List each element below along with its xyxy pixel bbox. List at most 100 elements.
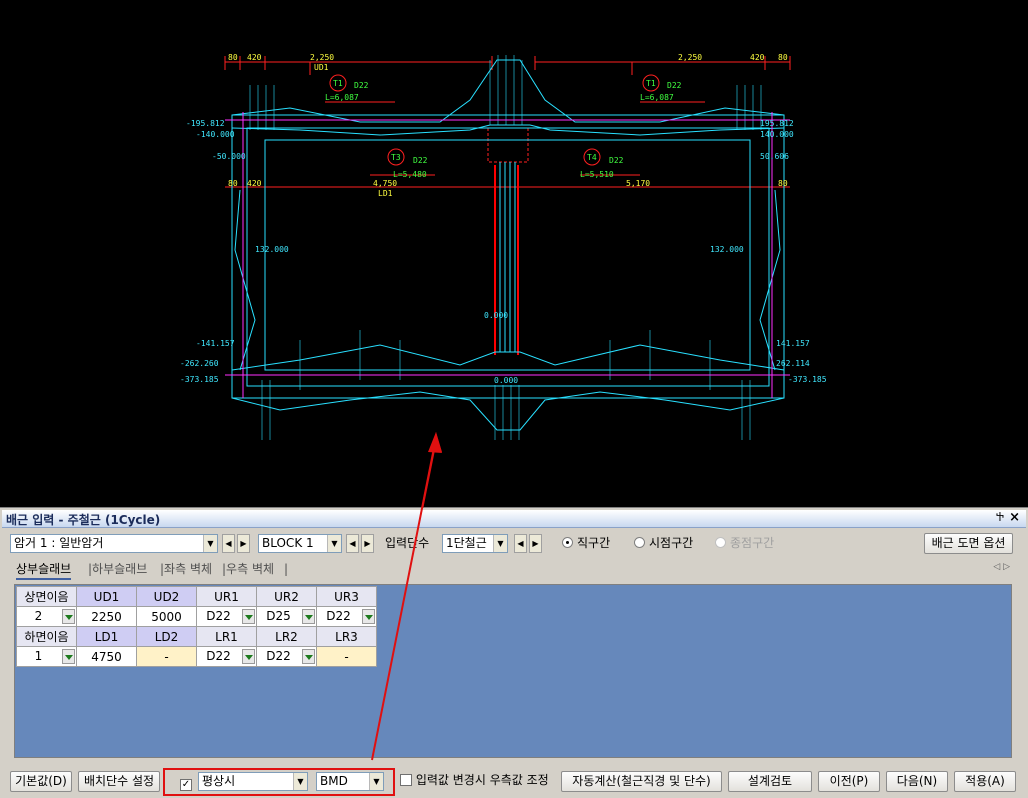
cad-val-r0: 195.812 [760, 119, 794, 128]
cad-val-l6: -373.185 [180, 375, 219, 384]
auto-calc-button[interactable]: 자동계산(철근직경 및 단수) [561, 771, 722, 792]
chevron-down-icon: ▼ [369, 773, 383, 790]
cad-dim-ld1-2: 5,170 [626, 179, 650, 188]
next-button[interactable]: 다음(N) [886, 771, 948, 792]
block-select[interactable]: BLOCK 1 ▼ [258, 534, 342, 553]
panel-titlebar: 배근 입력 - 주철근 (1Cycle) Ⴕ × [2, 510, 1026, 528]
grid-cell-ld1[interactable]: 4750 [76, 646, 137, 667]
grid-header-ud2: UD2 [136, 586, 197, 607]
cad-dim-80-r: 80 [778, 179, 788, 188]
input-level-label: 입력단수 [385, 536, 430, 550]
close-icon[interactable]: × [1009, 510, 1020, 525]
grid-header-lr3: LR3 [316, 626, 377, 647]
panel-title: 배근 입력 - 주철근 (1Cycle) [6, 513, 161, 527]
radio-dot [634, 537, 645, 548]
level-next-button[interactable]: ▶ [529, 534, 542, 553]
cad-val-l5: -262.260 [180, 359, 219, 368]
grid-cell-ur2[interactable]: D25 [256, 606, 317, 627]
tab-left-wall[interactable]: |좌측 벽체 [160, 560, 212, 578]
cad-val-l2: -50.000 [212, 152, 246, 161]
cad-dim-420-left: 420 [247, 53, 262, 62]
cad-dim-80-right: 80 [778, 53, 788, 62]
cad-d22-d: D22 [609, 156, 624, 165]
radio-straight-section[interactable]: 직구간 [562, 534, 610, 553]
grid-cell-ud1[interactable]: 2250 [76, 606, 137, 627]
block-prev-button[interactable]: ◀ [346, 534, 359, 553]
cad-mark-t1b: T1 [646, 79, 656, 88]
girder-next-button[interactable]: ▶ [237, 534, 250, 553]
cad-val-r4: 141.157 [776, 339, 810, 348]
chevron-down-icon[interactable] [302, 649, 315, 664]
load-case-select[interactable]: 평상시 ▼ [198, 772, 308, 791]
grid-cell-ur3[interactable]: D22 [316, 606, 377, 627]
checkbox-check-icon: ✓ [180, 779, 192, 791]
design-check-button[interactable]: 설계검토 [728, 771, 812, 792]
chevron-down-icon[interactable] [62, 649, 75, 664]
cad-val-r6: -373.185 [788, 375, 827, 384]
chevron-down-icon[interactable] [242, 649, 255, 664]
block-next-button[interactable]: ▶ [361, 534, 374, 553]
radio-dot-selected [562, 537, 573, 548]
cad-val-l1: -140.000 [196, 130, 235, 139]
cad-drawing-view[interactable]: 80 420 2,250 2,250 420 80 UD1 4,750 LD1 … [0, 0, 1028, 508]
arrange-level-button[interactable]: 배치단수 설정 [78, 771, 160, 792]
cad-len-t1a: L=6,087 [325, 93, 359, 102]
cad-mark-t1a: T1 [333, 79, 343, 88]
grid-header-bottom-splice: 하면이음 [16, 626, 77, 647]
tab-upper-slab[interactable]: 상부슬래브 [16, 560, 72, 580]
grid-cell-lr3[interactable]: - [316, 646, 377, 667]
bmd-value: BMD [320, 774, 348, 788]
cad-dim-420-right: 420 [750, 53, 765, 62]
girder-prev-button[interactable]: ◀ [222, 534, 235, 553]
grid-cell-ld2[interactable]: - [136, 646, 197, 667]
grid-cell-ur1[interactable]: D22 [196, 606, 257, 627]
chevron-down-icon[interactable] [62, 609, 75, 624]
default-value-button[interactable]: 기본값(D) [10, 771, 72, 792]
cad-len-t1b: L=6,087 [640, 93, 674, 102]
pin-icon[interactable]: Ⴕ [996, 511, 1004, 524]
load-case-value: 평상시 [202, 774, 236, 788]
cell-value: D22 [266, 649, 291, 663]
cell-value: D25 [266, 609, 291, 623]
grid-cell-lr2[interactable]: D22 [256, 646, 317, 667]
radio-start-section[interactable]: 시점구간 [634, 534, 693, 553]
cad-val-mid: 0.000 [484, 311, 508, 320]
girder-select[interactable]: 암거 1 : 일반암거 ▼ [10, 534, 218, 553]
grid-cell-bottom-splice[interactable]: 1 [16, 646, 77, 667]
rebar-drawing-option-button[interactable]: 배근 도면 옵션 [924, 533, 1013, 554]
grid-cell-top-splice[interactable]: 2 [16, 606, 77, 627]
cad-val-l0: -195.812 [186, 119, 225, 128]
prev-button[interactable]: 이전(P) [818, 771, 880, 792]
normal-checkbox[interactable]: ✓ [180, 772, 192, 791]
cad-dim-80-l: 80 [228, 179, 238, 188]
apply-button[interactable]: 적용(A) [954, 771, 1016, 792]
cad-val-r3: 132.000 [710, 245, 744, 254]
rebar-grid-area: 상면이음 UD1 UD2 UR1 UR2 UR3 2 2250 5000 D22… [14, 584, 1012, 758]
grid-header-ld2: LD2 [136, 626, 197, 647]
cad-mark-t3: T3 [391, 153, 401, 162]
level-prev-button[interactable]: ◀ [514, 534, 527, 553]
radio-end-section[interactable]: 종점구간 [715, 534, 774, 553]
grid-cell-ud2[interactable]: 5000 [136, 606, 197, 627]
grid-header-lr2: LR2 [256, 626, 317, 647]
cad-dim-2250-left: 2,250 [310, 53, 334, 62]
chevron-down-icon[interactable] [362, 609, 375, 624]
cell-value: D22 [206, 609, 231, 623]
box-culvert-drawing: 80 420 2,250 2,250 420 80 UD1 4,750 LD1 … [180, 53, 827, 508]
input-level-select[interactable]: 1단철근 ▼ [442, 534, 508, 553]
cad-dim-420-l: 420 [247, 179, 262, 188]
chevron-down-icon[interactable] [242, 609, 255, 624]
bmd-select[interactable]: BMD ▼ [316, 772, 384, 791]
chevron-down-icon[interactable] [302, 609, 315, 624]
tab-lower-slab[interactable]: |하부슬래브 [88, 560, 147, 578]
cad-d22-a: D22 [354, 81, 369, 90]
grid-cell-lr1[interactable]: D22 [196, 646, 257, 667]
chevron-down-icon: ▼ [327, 535, 341, 552]
cad-label-ud1: UD1 [314, 63, 329, 72]
tab-right-wall[interactable]: |우측 벽체 [222, 560, 274, 578]
chevron-down-icon: ▼ [203, 535, 217, 552]
tab-scroll-arrows[interactable]: ◁ ▷ [993, 562, 1010, 572]
grid-header-lr1: LR1 [196, 626, 257, 647]
radio-start-label: 시점구간 [649, 536, 694, 550]
adjust-right-checkbox[interactable]: 입력값 변경시 우측값 조정 [400, 771, 549, 790]
